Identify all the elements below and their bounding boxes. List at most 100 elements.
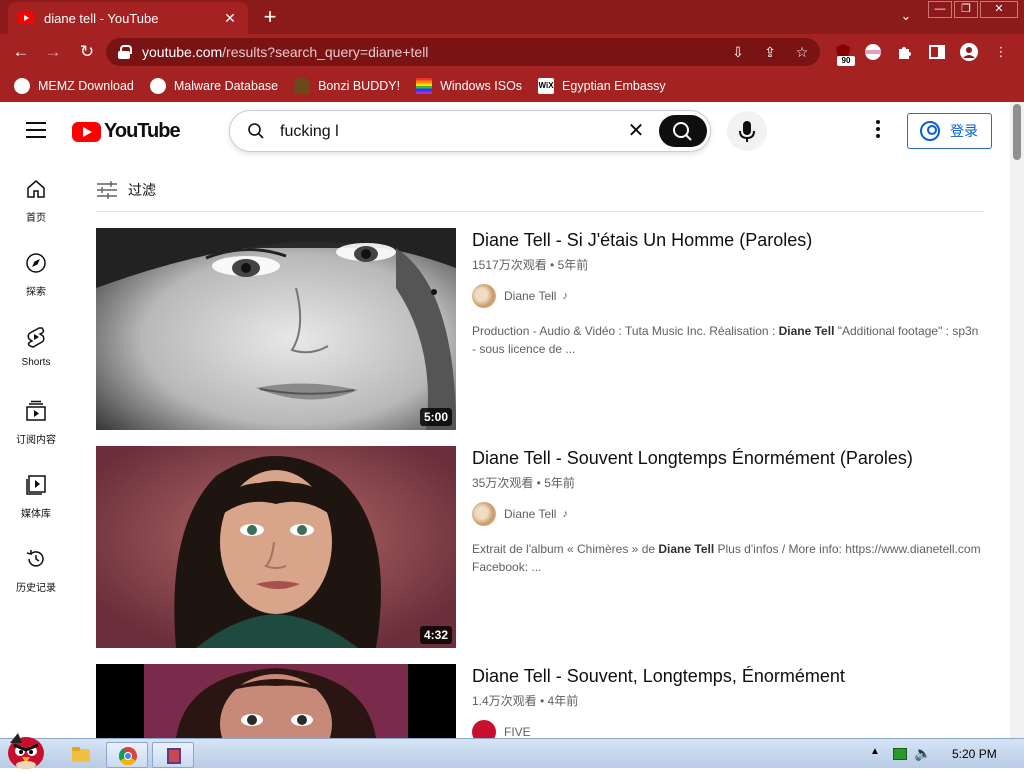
profile-extension-icon[interactable] [864, 43, 882, 61]
voice-search-button[interactable] [727, 111, 767, 151]
video-result: 5:00 Diane Tell - Si J'étais Un Homme (P… [96, 228, 986, 430]
video-title[interactable]: Diane Tell - Souvent, Longtemps, Énormém… [472, 666, 845, 687]
sidebar-item-label: 历史记录 [16, 583, 56, 594]
youtube-logo-text: YouTube [104, 120, 181, 142]
forward-arrow-icon[interactable]: → [42, 41, 64, 63]
search-box: ✕ [229, 110, 711, 152]
video-description: Production - Audio & Vidéo : Tuta Music … [472, 322, 982, 358]
channel-avatar[interactable] [472, 720, 496, 738]
video-title[interactable]: Diane Tell - Souvent Longtemps Énormémen… [472, 448, 913, 469]
clock-time[interactable]: 5:20 PM [952, 747, 997, 761]
extensions-puzzle-icon[interactable] [896, 43, 914, 61]
wix-icon: WiX [538, 78, 555, 94]
subscriptions-icon [26, 400, 46, 421]
globe-icon [149, 78, 166, 94]
search-button[interactable] [659, 115, 707, 147]
channel-avatar[interactable] [472, 284, 496, 308]
channel-link[interactable]: Diane Tell ♪ [472, 284, 568, 308]
bookmark-windows-isos[interactable]: Windows ISOs [416, 78, 522, 94]
taskbar-app-button[interactable] [152, 742, 194, 768]
network-icon[interactable] [893, 748, 907, 760]
share-icon[interactable]: ⇪ [760, 42, 780, 62]
bookmark-malware-database[interactable]: Malware Database [149, 78, 278, 94]
video-thumbnail[interactable] [96, 664, 456, 738]
sidebar-item-label: 探索 [26, 287, 46, 298]
sidebar-item-explore[interactable]: 探索 [0, 234, 72, 298]
reload-icon[interactable]: ↻ [76, 41, 98, 63]
filter-button[interactable]: 过滤 [96, 180, 156, 200]
side-panel-icon[interactable] [928, 43, 946, 61]
sidebar-item-shorts[interactable]: Shorts [0, 308, 72, 372]
hamburger-menu-icon[interactable] [26, 122, 46, 138]
bookmark-star-icon[interactable]: ☆ [792, 42, 812, 62]
bookmark-memz[interactable]: MEMZ Download [14, 78, 134, 94]
shorts-icon [27, 327, 45, 348]
install-app-icon[interactable]: ⇩ [728, 42, 748, 62]
restore-button[interactable]: ❐ [954, 1, 978, 18]
channel-name: FIVE [504, 725, 531, 738]
explore-icon [26, 253, 46, 273]
sidebar-item-history[interactable]: 历史记录 [0, 530, 72, 594]
chrome-icon [118, 747, 137, 766]
bookmark-label: Windows ISOs [440, 79, 523, 93]
new-tab-button[interactable]: + [258, 6, 282, 30]
video-title[interactable]: Diane Tell - Si J'étais Un Homme (Parole… [472, 230, 812, 251]
video-thumbnail[interactable]: 4:32 [96, 446, 456, 648]
library-icon [26, 475, 46, 495]
extension-badge: 90 [837, 56, 855, 66]
sign-in-label: 登录 [950, 123, 978, 139]
scrollbar-thumb[interactable] [1013, 104, 1021, 160]
sidebar-item-subscriptions[interactable]: 订阅内容 [0, 382, 72, 446]
video-result: Diane Tell - Souvent, Longtemps, Énormém… [96, 664, 986, 738]
video-meta: 1517万次观看 • 5年前 [472, 258, 589, 272]
url-host: youtube.com [142, 44, 223, 60]
channel-avatar[interactable] [472, 502, 496, 526]
angry-bird-icon [8, 733, 44, 769]
start-button[interactable] [4, 731, 48, 769]
description-text: Extrait de l'album « Chimères » de [472, 542, 659, 556]
tab-close-icon[interactable]: ✕ [222, 10, 238, 26]
lock-icon [118, 45, 132, 59]
tab-title: diane tell - YouTube [44, 10, 159, 26]
channel-link[interactable]: Diane Tell ♪ [472, 502, 568, 526]
bookmark-egyptian-embassy[interactable]: WiX Egyptian Embassy [538, 78, 666, 94]
tray-expand-icon[interactable]: ▲ [870, 746, 880, 757]
sidebar-item-label: 首页 [26, 213, 46, 224]
video-description: Extrait de l'album « Chimères » de Diane… [472, 540, 982, 576]
user-circle-icon [920, 121, 940, 141]
close-window-button[interactable]: ✕ [980, 1, 1018, 18]
bookmark-bonzi-buddy[interactable]: Bonzi BUDDY! [294, 78, 400, 94]
channel-name: Diane Tell [504, 289, 557, 303]
volume-icon[interactable]: 🔈 [914, 745, 931, 762]
search-icon [248, 123, 264, 139]
sidebar-item-label: 媒体库 [21, 509, 51, 520]
sidebar-item-library[interactable]: 媒体库 [0, 456, 72, 520]
thumbnail-image [96, 446, 456, 648]
description-highlight: Diane Tell [778, 324, 835, 338]
video-meta: 1.4万次观看 • 4年前 [472, 694, 579, 708]
address-bar[interactable]: youtube.com/results?search_query=diane+t… [106, 38, 820, 66]
description-highlight: Diane Tell [658, 542, 715, 556]
bookmark-label: Egyptian Embassy [562, 79, 666, 93]
youtube-logo[interactable]: YouTube [72, 120, 181, 143]
browser-menu-icon[interactable]: ⋮ [992, 43, 1010, 61]
tab-youtube[interactable]: diane tell - YouTube ✕ [8, 2, 248, 34]
page-scrollbar[interactable] [1010, 102, 1024, 738]
search-input[interactable] [280, 119, 610, 145]
microphone-icon [739, 121, 755, 142]
clear-search-icon[interactable]: ✕ [626, 121, 646, 141]
taskbar: ▲ 🔈 5:20 PM [0, 733, 1024, 769]
profile-avatar-icon[interactable] [960, 43, 978, 61]
settings-kebab-icon[interactable] [868, 120, 888, 142]
sign-in-button[interactable]: 登录 [907, 113, 992, 149]
taskbar-chrome-button[interactable] [106, 742, 148, 768]
back-arrow-icon[interactable]: ← [10, 41, 32, 63]
channel-link[interactable]: FIVE [472, 720, 531, 738]
divider [96, 211, 984, 212]
minimize-button[interactable]: — [928, 1, 952, 18]
tab-search-chevron-icon[interactable]: ⌄ [896, 8, 916, 28]
video-thumbnail[interactable]: 5:00 [96, 228, 456, 430]
sidebar-item-home[interactable]: 首页 [0, 160, 72, 224]
explorer-icon[interactable] [70, 743, 92, 765]
youtube-play-icon [72, 121, 101, 142]
